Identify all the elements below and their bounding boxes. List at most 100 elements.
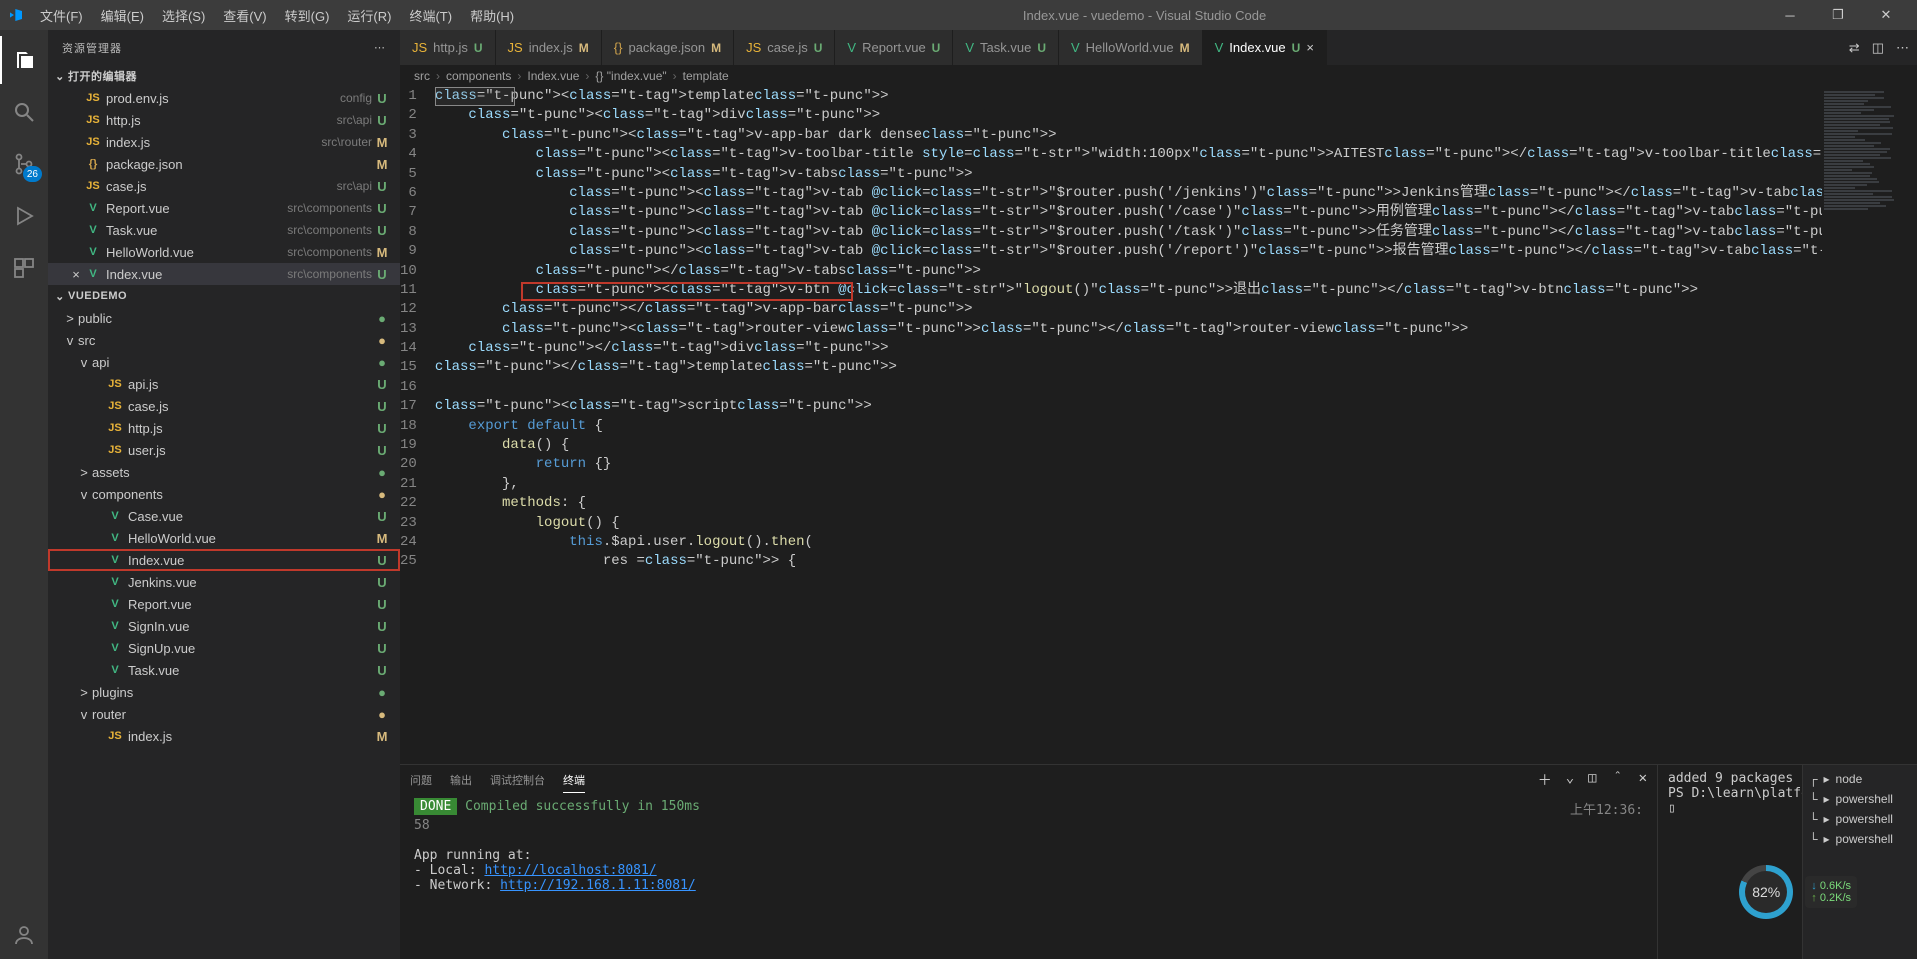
percent-ring[interactable]: 82% bbox=[1739, 865, 1793, 919]
panel-tab[interactable]: 输出 bbox=[450, 768, 472, 792]
code-line[interactable]: class="t-punc"><class="t-tag">scriptclas… bbox=[435, 397, 1822, 416]
panel-tab[interactable]: 问题 bbox=[410, 768, 432, 792]
code-line[interactable]: class="t-punc"><class="t-tag">v-tab @cli… bbox=[435, 184, 1822, 203]
menu-item[interactable]: 查看(V) bbox=[215, 2, 274, 29]
file-item[interactable]: VJenkins.vueU bbox=[48, 571, 400, 593]
minimize-button[interactable]: ─ bbox=[1767, 0, 1813, 30]
more-icon[interactable]: ⋯ bbox=[374, 41, 386, 54]
minimap[interactable] bbox=[1822, 87, 1917, 764]
explorer-icon[interactable] bbox=[0, 36, 48, 84]
close-button[interactable]: ✕ bbox=[1863, 0, 1909, 30]
code-line[interactable]: class="t-punc"><class="t-tag">templatecl… bbox=[435, 87, 1822, 106]
menu-item[interactable]: 终端(T) bbox=[401, 2, 460, 29]
menu-item[interactable]: 文件(F) bbox=[32, 2, 91, 29]
breadcrumb-item[interactable]: src bbox=[414, 69, 430, 83]
menu-item[interactable]: 选择(S) bbox=[154, 2, 213, 29]
editor-tab[interactable]: JScase.jsU bbox=[734, 30, 835, 65]
terminal-shell-item[interactable]: └ ▸ powershell bbox=[1809, 829, 1911, 849]
file-item[interactable]: VTask.vueU bbox=[48, 659, 400, 681]
code-line[interactable]: class="t-punc"><class="t-tag">router-vie… bbox=[435, 320, 1822, 339]
folder-item[interactable]: >assets● bbox=[48, 461, 400, 483]
split-icon[interactable]: ◫ bbox=[1872, 40, 1884, 56]
code-line[interactable]: class="t-punc"><class="t-tag">v-toolbar-… bbox=[435, 145, 1822, 164]
maximize-button[interactable]: ❐ bbox=[1815, 0, 1861, 30]
code-line[interactable]: }, bbox=[435, 475, 1822, 494]
code-line[interactable] bbox=[435, 378, 1822, 397]
folder-item[interactable]: >plugins● bbox=[48, 681, 400, 703]
menu-item[interactable]: 转到(G) bbox=[277, 2, 338, 29]
new-terminal-icon[interactable]: ＋ bbox=[1538, 770, 1552, 790]
search-icon[interactable] bbox=[0, 88, 48, 136]
folder-item[interactable]: vcomponents● bbox=[48, 483, 400, 505]
terminal-output[interactable]: DONE Compiled successfully in 150ms 上午12… bbox=[400, 795, 1657, 959]
file-item[interactable]: VSignUp.vueU bbox=[48, 637, 400, 659]
maximize-panel-icon[interactable]: ＾ bbox=[1611, 770, 1625, 790]
code-line[interactable]: class="t-punc"><class="t-tag">v-tabsclas… bbox=[435, 165, 1822, 184]
chevron-down-icon[interactable]: ⌄ bbox=[1566, 770, 1574, 790]
code-line[interactable]: class="t-punc"><class="t-tag">v-tab @cli… bbox=[435, 223, 1822, 242]
close-icon[interactable]: × bbox=[1306, 40, 1314, 55]
editor-tab[interactable]: VHelloWorld.vueM bbox=[1059, 30, 1203, 65]
open-editor-item[interactable]: JSprod.env.jsconfigU bbox=[48, 87, 400, 109]
editor-tab[interactable]: VReport.vueU bbox=[835, 30, 953, 65]
breadcrumb-item[interactable]: Index.vue bbox=[527, 69, 579, 83]
editor-tab[interactable]: JSindex.jsM bbox=[496, 30, 602, 65]
file-item[interactable]: VIndex.vueU bbox=[48, 549, 400, 571]
source-control-icon[interactable]: 26 bbox=[0, 140, 48, 188]
open-editor-item[interactable]: ×VIndex.vuesrc\componentsU bbox=[48, 263, 400, 285]
open-editors-header[interactable]: ⌄ 打开的编辑器 bbox=[48, 65, 400, 87]
run-debug-icon[interactable] bbox=[0, 192, 48, 240]
editor-tab[interactable]: VTask.vueU bbox=[953, 30, 1059, 65]
breadcrumb-item[interactable]: template bbox=[683, 69, 729, 83]
terminal-shell-item[interactable]: └ ▸ powershell bbox=[1809, 809, 1911, 829]
code-line[interactable]: class="t-punc"><class="t-tag">v-tab @cli… bbox=[435, 242, 1822, 261]
terminal-secondary[interactable]: added 9 packages in 7s PS D:\learn\platf… bbox=[1657, 765, 1917, 959]
code-line[interactable]: class="t-punc"><class="t-tag">divclass="… bbox=[435, 106, 1822, 125]
code-line[interactable]: export default { bbox=[435, 417, 1822, 436]
open-editor-item[interactable]: {}package.jsonM bbox=[48, 153, 400, 175]
file-item[interactable]: JSindex.jsM bbox=[48, 725, 400, 747]
open-editor-item[interactable]: VTask.vuesrc\componentsU bbox=[48, 219, 400, 241]
folder-item[interactable]: vsrc● bbox=[48, 329, 400, 351]
open-editor-item[interactable]: JScase.jssrc\apiU bbox=[48, 175, 400, 197]
code-line[interactable]: class="t-punc"><class="t-tag">v-app-bar … bbox=[435, 126, 1822, 145]
code-line[interactable]: data() { bbox=[435, 436, 1822, 455]
file-item[interactable]: JScase.jsU bbox=[48, 395, 400, 417]
project-header[interactable]: ⌄ VUEDEMO bbox=[48, 285, 400, 307]
menu-item[interactable]: 帮助(H) bbox=[462, 2, 522, 29]
accounts-icon[interactable] bbox=[0, 911, 48, 959]
local-url-link[interactable]: http://localhost:8081/ bbox=[484, 863, 656, 878]
folder-item[interactable]: vrouter● bbox=[48, 703, 400, 725]
code-editor[interactable]: class="t-punc"><class="t-tag">templatecl… bbox=[435, 87, 1822, 764]
panel-tab[interactable]: 调试控制台 bbox=[490, 768, 545, 792]
code-line[interactable]: class="t-punc"></class="t-tag">divclass=… bbox=[435, 339, 1822, 358]
code-line[interactable]: methods: { bbox=[435, 494, 1822, 513]
file-item[interactable]: VHelloWorld.vueM bbox=[48, 527, 400, 549]
menu-item[interactable]: 编辑(E) bbox=[93, 2, 152, 29]
split-terminal-icon[interactable]: ◫ bbox=[1588, 770, 1596, 790]
terminal-shell-item[interactable]: └ ▸ powershell bbox=[1809, 789, 1911, 809]
editor-tab[interactable]: JShttp.jsU bbox=[400, 30, 496, 65]
breadcrumbs[interactable]: src›components›Index.vue›{} "index.vue"›… bbox=[400, 65, 1917, 87]
extensions-icon[interactable] bbox=[0, 244, 48, 292]
folder-item[interactable]: vapi● bbox=[48, 351, 400, 373]
code-line[interactable]: class="t-punc"></class="t-tag">v-tabscla… bbox=[435, 262, 1822, 281]
folder-item[interactable]: >public● bbox=[48, 307, 400, 329]
file-item[interactable]: JSuser.jsU bbox=[48, 439, 400, 461]
speed-widget[interactable]: 0.6K/s 0.2K/s bbox=[1805, 876, 1857, 908]
code-line[interactable]: class="t-punc"></class="t-tag">templatec… bbox=[435, 358, 1822, 377]
open-editor-item[interactable]: VReport.vuesrc\componentsU bbox=[48, 197, 400, 219]
network-url-link[interactable]: http://192.168.1.11:8081/ bbox=[500, 878, 696, 893]
open-editor-item[interactable]: JSindex.jssrc\routerM bbox=[48, 131, 400, 153]
code-line[interactable]: logout() { bbox=[435, 514, 1822, 533]
file-item[interactable]: VSignIn.vueU bbox=[48, 615, 400, 637]
panel-tab[interactable]: 终端 bbox=[563, 768, 585, 793]
file-item[interactable]: JShttp.jsU bbox=[48, 417, 400, 439]
editor-tab[interactable]: {}package.jsonM bbox=[602, 30, 734, 65]
file-item[interactable]: JSapi.jsU bbox=[48, 373, 400, 395]
terminal-shell-item[interactable]: ┌ ▸ node bbox=[1809, 769, 1911, 789]
breadcrumb-item[interactable]: components bbox=[446, 69, 511, 83]
close-icon[interactable]: × bbox=[68, 267, 84, 282]
open-editor-item[interactable]: VHelloWorld.vuesrc\componentsM bbox=[48, 241, 400, 263]
code-line[interactable]: return {} bbox=[435, 455, 1822, 474]
